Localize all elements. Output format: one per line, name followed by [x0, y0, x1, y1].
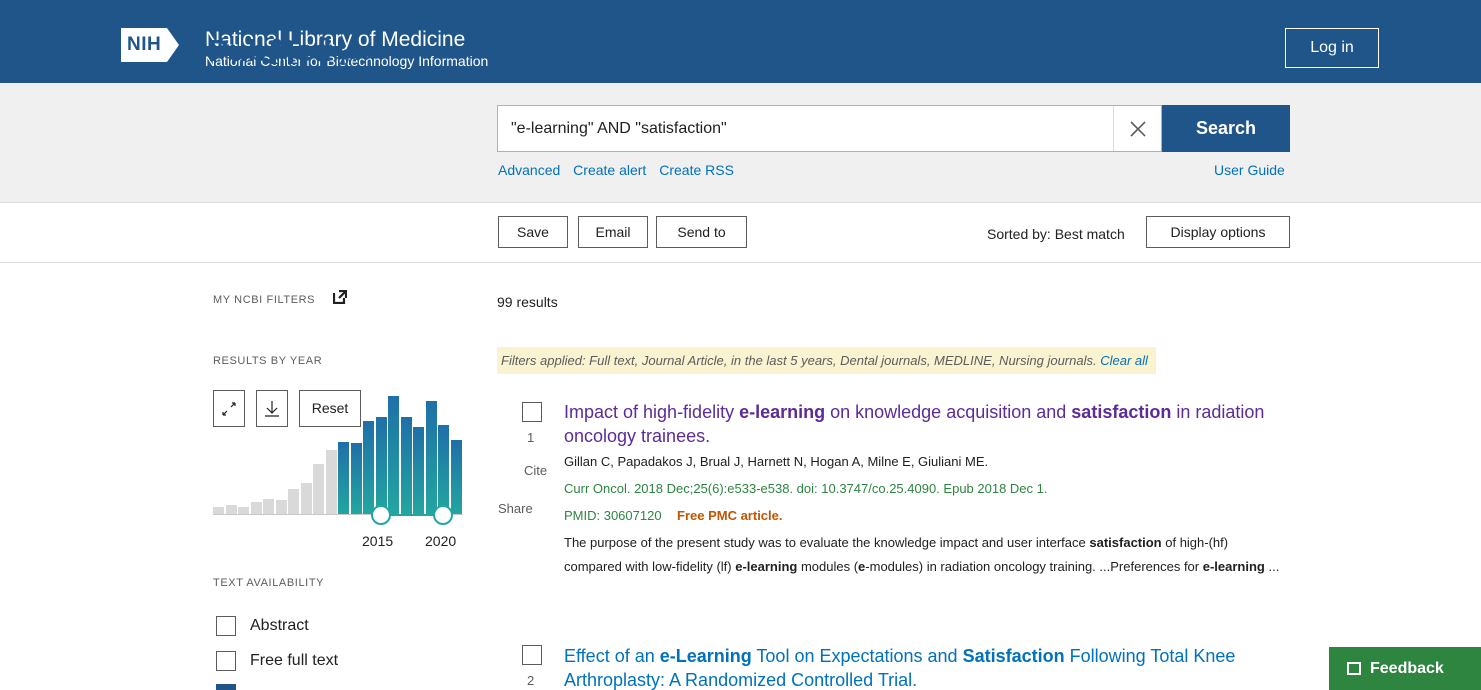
checkbox[interactable] [216, 616, 236, 636]
results-count: 99 results [497, 294, 558, 310]
filter-free-full-text[interactable]: Free full text [216, 650, 338, 672]
result-2-title[interactable]: Effect of an e-Learning Tool on Expectat… [564, 644, 1284, 690]
pubmed-logo[interactable]: Pub ed .gov [208, 28, 373, 68]
download-icon [265, 401, 279, 417]
create-rss-link[interactable]: Create RSS [659, 162, 734, 178]
email-button[interactable]: Email [578, 216, 648, 248]
my-ncbi-filters-label[interactable]: MY NCBI FILTERS [213, 294, 315, 306]
year-start-label: 2015 [362, 533, 394, 549]
year-end-label: 2020 [425, 533, 457, 549]
histogram-bar[interactable] [325, 449, 337, 514]
result-1-snippet: The purpose of the present study was to … [564, 531, 1284, 578]
pubmed-logo-pub: Pub [208, 33, 267, 68]
search-button[interactable]: Search [1162, 105, 1290, 152]
display-options-button[interactable]: Display options [1146, 216, 1290, 248]
histogram-bar[interactable] [338, 442, 349, 514]
filters-applied-banner: Filters applied: Full text, Journal Arti… [497, 347, 1156, 374]
histogram-bar[interactable] [313, 464, 324, 514]
range-start-handle[interactable] [371, 505, 391, 525]
title-text: Impact of high-fidelity [564, 402, 740, 422]
user-guide-link[interactable]: User Guide [1214, 162, 1285, 178]
snippet-text: The purpose of the present study was to … [564, 535, 1090, 550]
sort-label[interactable]: Sorted by: Best match [987, 226, 1125, 242]
result-2-number: 2 [527, 673, 535, 688]
filter-label: Free full text [250, 652, 339, 669]
histogram-bar[interactable] [425, 401, 437, 514]
result-1-checkbox[interactable] [522, 402, 542, 422]
result-1-title[interactable]: Impact of high-fidelity e-learning on kn… [564, 400, 1284, 448]
results-by-year-label: RESULTS BY YEAR [213, 355, 323, 367]
filter-full-text-checkbox-checked[interactable] [216, 684, 236, 690]
snippet-text: -modules) in radiation oncology training… [865, 558, 1203, 574]
nih-logo-text: NIH [121, 28, 168, 62]
pubmed-m-icon [269, 36, 295, 66]
result-1-citation: Curr Oncol. 2018 Dec;25(6):e533-e538. do… [564, 481, 1048, 496]
filter-abstract[interactable]: Abstract [216, 615, 309, 637]
snippet-text: modules ( [797, 558, 859, 574]
snippet-highlight: satisfaction [1089, 535, 1162, 550]
reset-chart-button[interactable]: Reset [299, 390, 361, 427]
text-availability-label: TEXT AVAILABILITY [213, 577, 325, 589]
snippet-text: ... [1264, 558, 1280, 574]
clear-all-filters-link[interactable]: Clear all [1100, 353, 1148, 368]
title-highlight: e-learning [739, 402, 826, 422]
histogram-bar[interactable] [363, 421, 374, 514]
feedback-icon [1347, 662, 1361, 675]
title-highlight: e-Learning [659, 646, 752, 666]
histogram-bar[interactable] [350, 443, 362, 514]
histogram-bar[interactable] [288, 489, 299, 514]
histogram-bar[interactable] [250, 501, 262, 514]
result-2-checkbox[interactable] [522, 645, 542, 665]
search-box [497, 105, 1162, 152]
feedback-label: Feedback [1370, 659, 1444, 677]
histogram-bar[interactable] [400, 417, 412, 514]
result-1-share-button[interactable]: Share [498, 501, 533, 516]
expand-icon [222, 402, 236, 416]
histogram-bar[interactable] [300, 483, 312, 514]
clear-search-button[interactable] [1113, 106, 1161, 151]
snippet-highlight: e-learning [1202, 558, 1265, 574]
result-1-authors: Gillan C, Papadakos J, Brual J, Harnett … [564, 454, 989, 469]
search-links: Advanced Create alert Create RSS [498, 162, 743, 178]
histogram-bar[interactable] [225, 505, 237, 514]
advanced-link[interactable]: Advanced [498, 162, 560, 178]
result-1-pmid: PMID: 30607120 [564, 508, 662, 523]
result-1-number: 1 [527, 430, 535, 445]
histogram-bar[interactable] [238, 506, 249, 514]
expand-chart-button[interactable] [213, 390, 245, 427]
login-button[interactable]: Log in [1285, 28, 1379, 68]
histogram-bar[interactable] [213, 506, 224, 514]
title-highlight: Satisfaction [962, 646, 1065, 666]
title-text: Effect of an [564, 646, 660, 666]
title-text: on knowledge acquisition and [825, 402, 1072, 422]
title-highlight: satisfaction [1071, 402, 1172, 422]
result-1-cite-button[interactable]: Cite [524, 463, 547, 478]
range-end-handle[interactable] [433, 505, 453, 525]
histogram-bar[interactable] [413, 427, 424, 514]
histogram-bar[interactable] [375, 417, 387, 514]
filter-label: Abstract [250, 617, 309, 634]
download-chart-button[interactable] [256, 390, 288, 427]
search-input[interactable] [511, 106, 1091, 151]
pubmed-logo-med: ed [295, 33, 332, 68]
close-icon [1129, 120, 1146, 137]
pubmed-logo-gov: .gov [333, 40, 373, 65]
external-link-icon[interactable] [333, 290, 347, 304]
result-1-free-pmc-badge: Free PMC article. [677, 508, 783, 523]
create-alert-link[interactable]: Create alert [573, 162, 646, 178]
histogram-bar[interactable] [438, 424, 449, 514]
histogram-bar[interactable] [275, 500, 287, 514]
histogram-bar[interactable] [388, 396, 399, 514]
save-button[interactable]: Save [498, 216, 568, 248]
histogram-bar[interactable] [450, 439, 462, 514]
filters-applied-text: Filters applied: Full text, Journal Arti… [501, 353, 1097, 368]
nih-logo[interactable]: NIH [121, 28, 180, 62]
snippet-highlight: e-learning [735, 558, 798, 574]
title-text: Tool on Expectations and [751, 646, 963, 666]
histogram-bar[interactable] [263, 499, 274, 514]
send-to-button[interactable]: Send to [656, 216, 747, 248]
nih-logo-arrow-icon [167, 28, 180, 62]
feedback-button[interactable]: Feedback [1329, 647, 1481, 690]
checkbox[interactable] [216, 651, 236, 671]
